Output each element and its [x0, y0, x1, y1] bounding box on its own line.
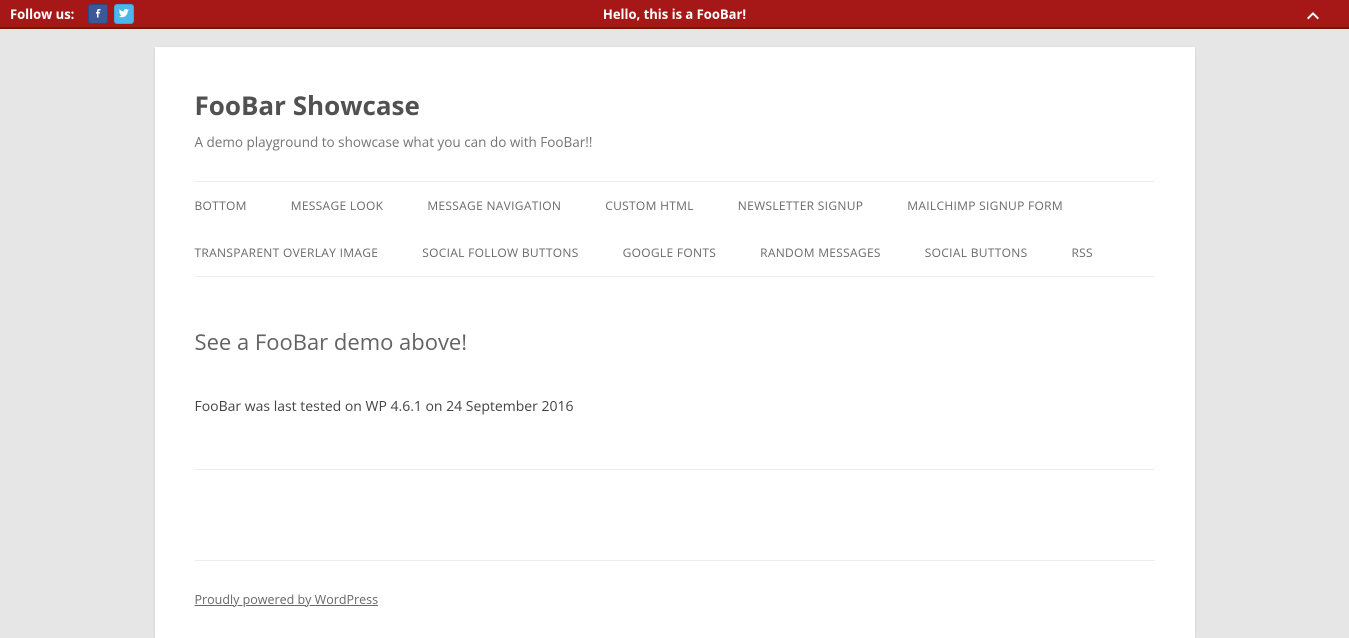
nav-item-mailchimp-signup[interactable]: MAILCHIMP SIGNUP FORM [907, 182, 1063, 229]
social-icons-group [88, 4, 134, 24]
nav-item-custom-html[interactable]: CUSTOM HTML [605, 182, 694, 229]
content-heading: See a FooBar demo above! [195, 327, 1155, 357]
nav-item-message-navigation[interactable]: MESSAGE NAVIGATION [427, 182, 561, 229]
foobar-collapse-button[interactable] [1307, 3, 1319, 25]
site-title: FooBar Showcase [195, 87, 1155, 123]
nav-item-random-messages[interactable]: RANDOM MESSAGES [760, 229, 881, 276]
site-tagline: A demo playground to showcase what you c… [195, 133, 1155, 151]
main-navigation: BOTTOM MESSAGE LOOK MESSAGE NAVIGATION C… [195, 181, 1155, 277]
wordpress-credit-link[interactable]: Proudly powered by WordPress [195, 591, 379, 608]
nav-item-social-buttons[interactable]: SOCIAL BUTTONS [925, 229, 1028, 276]
content-text: FooBar was last tested on WP 4.6.1 on 24… [195, 395, 1155, 419]
site-footer: Proudly powered by WordPress [195, 561, 1155, 608]
twitter-button[interactable] [114, 4, 134, 24]
spacer [195, 470, 1155, 560]
chevron-up-icon [1307, 3, 1319, 25]
follow-us-label: Follow us: [10, 5, 74, 23]
nav-item-social-follow[interactable]: SOCIAL FOLLOW BUTTONS [422, 229, 578, 276]
foobar-notification-bar: Follow us: Hello, this is a FooBar! [0, 0, 1349, 29]
nav-item-rss[interactable]: RSS [1071, 229, 1092, 276]
twitter-icon [118, 5, 130, 23]
nav-list: BOTTOM MESSAGE LOOK MESSAGE NAVIGATION C… [195, 182, 1155, 276]
foobar-follow-section: Follow us: [10, 4, 134, 24]
facebook-button[interactable] [88, 4, 108, 24]
nav-item-transparent-overlay[interactable]: TRANSPARENT OVERLAY IMAGE [195, 229, 379, 276]
main-content: See a FooBar demo above! FooBar was last… [195, 277, 1155, 561]
site-header: FooBar Showcase A demo playground to sho… [195, 47, 1155, 151]
facebook-icon [92, 5, 104, 23]
nav-item-google-fonts[interactable]: GOOGLE FONTS [623, 229, 717, 276]
nav-item-message-look[interactable]: MESSAGE LOOK [291, 182, 384, 229]
nav-item-newsletter-signup[interactable]: NEWSLETTER SIGNUP [738, 182, 863, 229]
foobar-message: Hello, this is a FooBar! [603, 5, 746, 23]
page-container: FooBar Showcase A demo playground to sho… [155, 47, 1195, 638]
nav-item-bottom[interactable]: BOTTOM [195, 182, 247, 229]
